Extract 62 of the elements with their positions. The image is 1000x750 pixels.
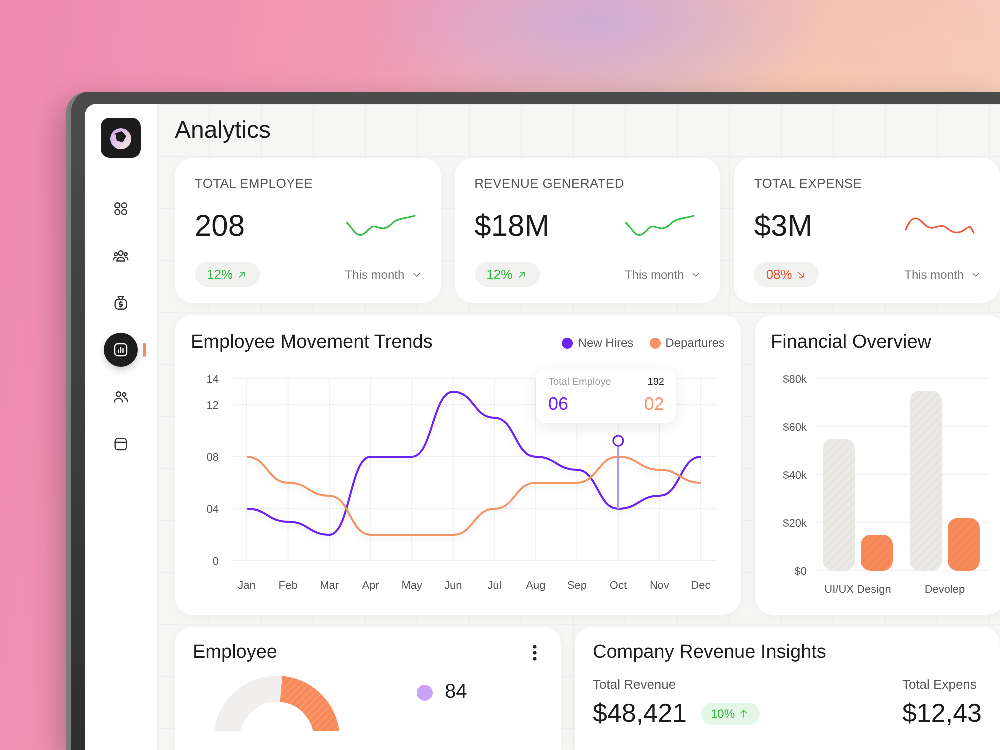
x-axis-label: Oct xyxy=(610,580,628,592)
tooltip-label: Total Employe xyxy=(548,377,612,388)
pointer-marker-icon xyxy=(612,435,624,509)
metric-label: Total Revenue xyxy=(593,677,678,692)
y-axis-label: $20k xyxy=(783,518,807,530)
legend-value: 84 xyxy=(445,681,468,704)
y-axis-label: 12 xyxy=(206,400,219,412)
x-axis-label: Jan xyxy=(238,580,256,592)
tooltip-value: 06 xyxy=(548,394,568,415)
arrow-up-icon xyxy=(738,708,750,720)
stat-value: $18M xyxy=(474,210,550,244)
period-dropdown[interactable]: This month xyxy=(624,268,702,282)
y-axis-label: $80k xyxy=(783,374,807,386)
stat-label: REVENUE GENERATED xyxy=(474,176,626,191)
y-axis-label: 14 xyxy=(206,374,219,386)
y-axis-label: $40k xyxy=(783,470,807,482)
card-title: Financial Overview xyxy=(771,331,932,355)
card-title: Employee xyxy=(193,641,278,665)
x-axis-label: Sep xyxy=(567,580,587,592)
tooltip-total: 192 xyxy=(648,377,664,388)
legend-label: New Hires xyxy=(578,336,634,350)
stat-label: TOTAL EMPLOYEE xyxy=(195,176,314,191)
x-axis-label: Dec xyxy=(691,580,711,592)
y-axis-label: 04 xyxy=(206,504,219,516)
x-axis-label: Jul xyxy=(488,580,502,592)
metric-value: $48,421 xyxy=(593,698,687,729)
grid-icon xyxy=(112,200,130,218)
y-axis-label: $60k xyxy=(783,422,807,434)
calendar-icon xyxy=(112,435,130,453)
change-value: 10% xyxy=(710,706,736,720)
money-bag-icon xyxy=(112,294,130,312)
x-axis-label: Mar xyxy=(320,580,340,592)
change-value: 12% xyxy=(207,267,234,282)
x-axis-label: Apr xyxy=(362,580,380,592)
y-axis-label: 0 xyxy=(212,556,219,568)
change-value: 08% xyxy=(766,267,792,282)
page-title: Analytics xyxy=(175,116,272,146)
x-axis-label: Nov xyxy=(650,580,670,592)
card-title: Employee Movement Trends xyxy=(191,331,433,355)
stat-value: $3M xyxy=(754,210,813,244)
x-axis-label: May xyxy=(402,580,422,592)
y-axis-label: $0 xyxy=(794,566,807,578)
metric-value: $12,43 xyxy=(902,698,982,729)
bar-chart-icon xyxy=(112,341,130,359)
x-axis-label: Devolep xyxy=(924,584,966,596)
change-value: 12% xyxy=(486,267,513,282)
card-title: Company Revenue Insights xyxy=(593,641,826,665)
x-axis-label: Jun xyxy=(444,580,462,592)
period-dropdown[interactable]: This month xyxy=(904,268,982,282)
tooltip-value: 02 xyxy=(644,394,664,415)
more-vertical-icon xyxy=(533,645,537,661)
x-axis-label: Feb xyxy=(278,580,298,592)
x-axis-label: UI/UX Design xyxy=(824,584,892,596)
app-logo-icon xyxy=(101,118,141,158)
metric-label: Total Expens xyxy=(902,677,978,692)
period-dropdown[interactable]: This month xyxy=(345,268,423,282)
stat-value: 208 xyxy=(195,210,246,244)
y-axis-label: 08 xyxy=(206,452,219,464)
nav-button[interactable] xyxy=(104,333,138,367)
legend-label: Departures xyxy=(666,336,725,350)
stat-label: TOTAL EXPENSE xyxy=(754,176,864,191)
x-axis-label: Aug xyxy=(526,580,546,592)
